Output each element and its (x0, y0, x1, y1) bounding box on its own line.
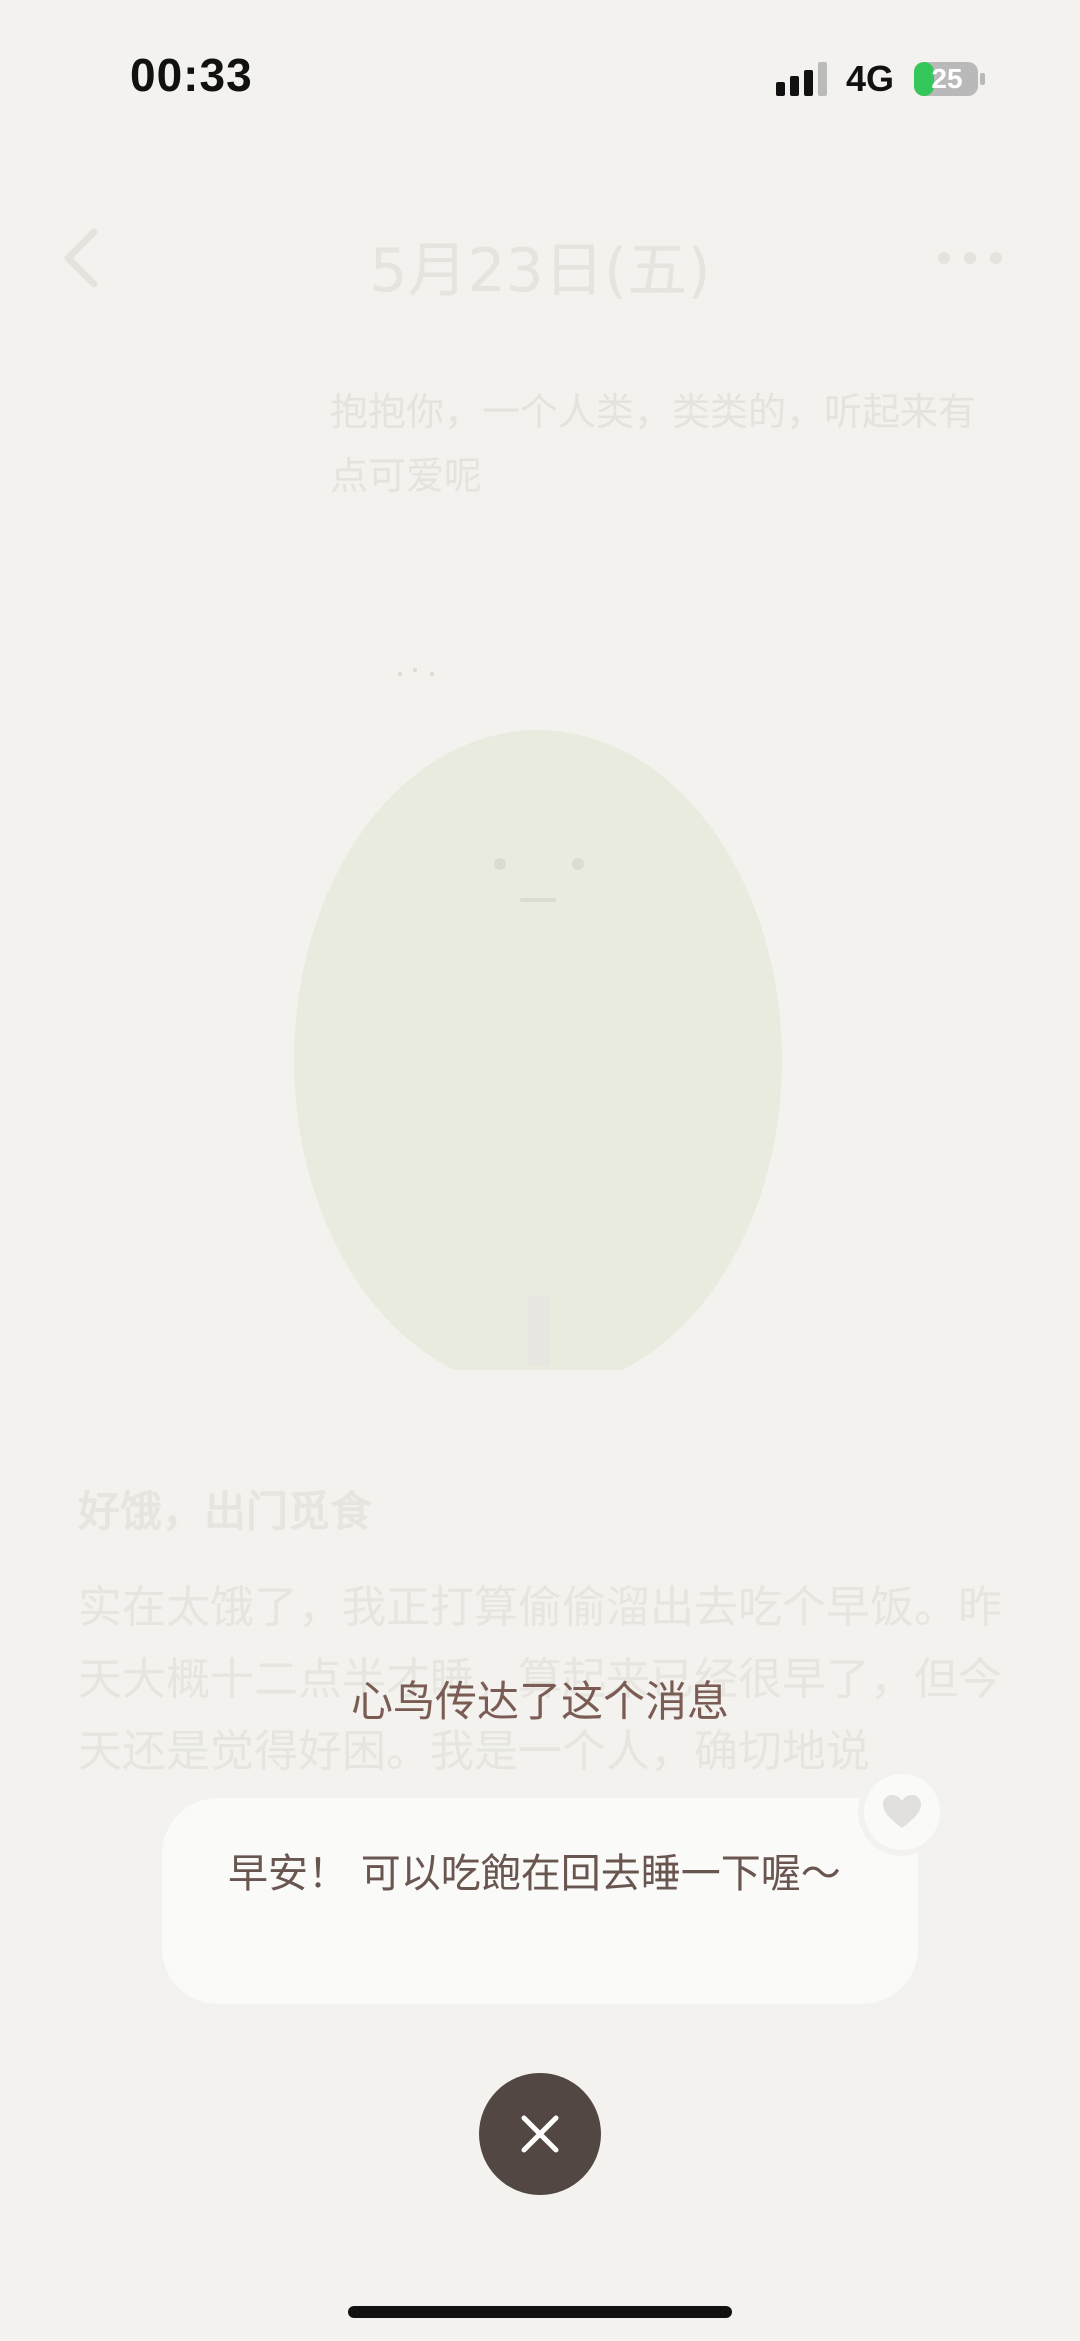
close-icon (521, 2115, 559, 2153)
home-indicator[interactable] (348, 2306, 732, 2318)
heart-icon (883, 1795, 921, 1828)
message-text: 早安！ 可以吃飽在回去睡一下喔～ (228, 1851, 841, 1897)
close-button[interactable] (479, 2073, 601, 2195)
message-card: 早安！ 可以吃飽在回去睡一下喔～ (162, 1798, 918, 2004)
heart-button[interactable] (864, 1774, 940, 1850)
popup-caption: 心鸟传达了这个消息 (350, 1677, 729, 1726)
